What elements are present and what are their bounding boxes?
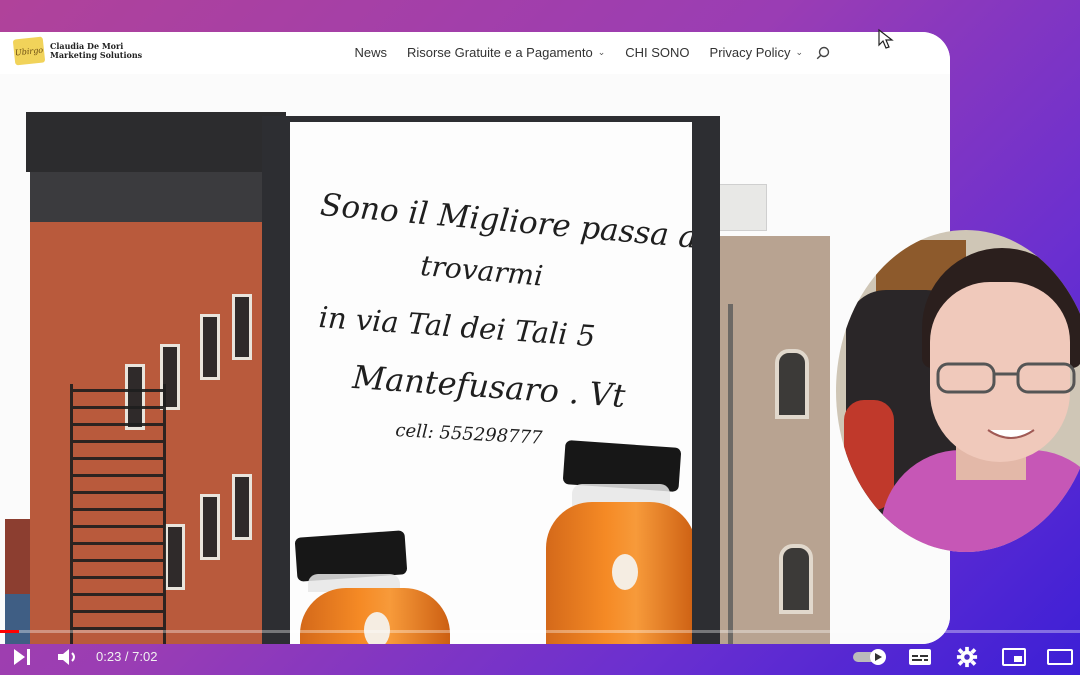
theater-mode-icon[interactable] <box>1047 646 1073 668</box>
chevron-down-icon: ⌄ <box>597 47 606 57</box>
progress-bar-played <box>0 630 19 633</box>
time-display: 0:23 / 7:02 <box>96 649 158 664</box>
site-logo[interactable]: Ubirgo Claudia De Mori Marketing Solutio… <box>12 36 142 66</box>
menu-item-risorse[interactable]: Risorse Gratuite e a Pagamento ⌄ <box>407 45 605 60</box>
building-window <box>200 494 220 560</box>
building-cornice <box>26 112 286 172</box>
hero-image: Sono il Migliore passa a trovarmi in via… <box>0 74 950 644</box>
website-window: Ubirgo Claudia De Mori Marketing Solutio… <box>0 32 950 644</box>
juice-bottle <box>490 440 692 644</box>
building-window <box>165 524 185 590</box>
building-window <box>200 314 220 380</box>
logo-badge: Ubirgo <box>12 36 46 66</box>
billboard-line-4: Mantefusaro . Vt <box>351 358 627 415</box>
building-trim <box>30 172 280 222</box>
juice-bottle <box>294 530 450 644</box>
menu-item-privacy-policy[interactable]: Privacy Policy ⌄ <box>710 45 803 60</box>
chair-accent <box>844 400 894 510</box>
autoplay-toggle-icon[interactable] <box>852 646 888 668</box>
presenter-smile <box>987 429 1035 439</box>
billboard-line-3: in via Tal dei Tali 5 <box>317 300 597 354</box>
building-window <box>232 474 252 540</box>
menu-item-label: Privacy Policy <box>709 45 791 60</box>
logo-text: Claudia De Mori Marketing Solutions <box>50 42 142 60</box>
arched-window <box>779 544 813 614</box>
subtitles-icon[interactable] <box>908 646 932 668</box>
glasses-icon <box>936 362 1076 394</box>
search-icon[interactable] <box>816 46 830 60</box>
player-controls: 0:23 / 7:02 <box>0 640 1080 675</box>
menu-item-label: Risorse Gratuite e a Pagamento <box>406 45 593 60</box>
site-header: Ubirgo Claudia De Mori Marketing Solutio… <box>0 32 950 74</box>
menu-item-label: News <box>354 45 387 60</box>
menu-item-news[interactable]: News <box>354 45 387 60</box>
webcam-overlay <box>836 230 1080 552</box>
arched-window <box>775 349 809 419</box>
building-window <box>232 294 252 360</box>
drain-pipe <box>728 304 733 644</box>
menu-item-label: CHI SONO <box>625 45 690 60</box>
menu-item-chi-sono[interactable]: CHI SONO <box>625 45 689 60</box>
progress-bar[interactable] <box>0 630 1080 633</box>
bottle-label <box>612 554 638 590</box>
miniplayer-icon[interactable] <box>1002 646 1026 668</box>
billboard: Sono il Migliore passa a trovarmi in via… <box>290 122 692 644</box>
settings-gear-icon[interactable] <box>955 646 979 668</box>
logo-line-2: Marketing Solutions <box>50 50 143 60</box>
mouse-cursor-icon <box>878 28 894 49</box>
next-icon[interactable] <box>12 646 32 668</box>
billboard-line-1: Sono il Migliore passa a <box>318 187 692 256</box>
main-menu: News Risorse Gratuite e a Pagamento ⌄ CH… <box>354 45 803 60</box>
fire-escape <box>70 384 166 644</box>
billboard-line-2: trovarmi <box>419 249 545 293</box>
chevron-down-icon: ⌄ <box>795 47 803 57</box>
volume-icon[interactable] <box>56 646 80 668</box>
